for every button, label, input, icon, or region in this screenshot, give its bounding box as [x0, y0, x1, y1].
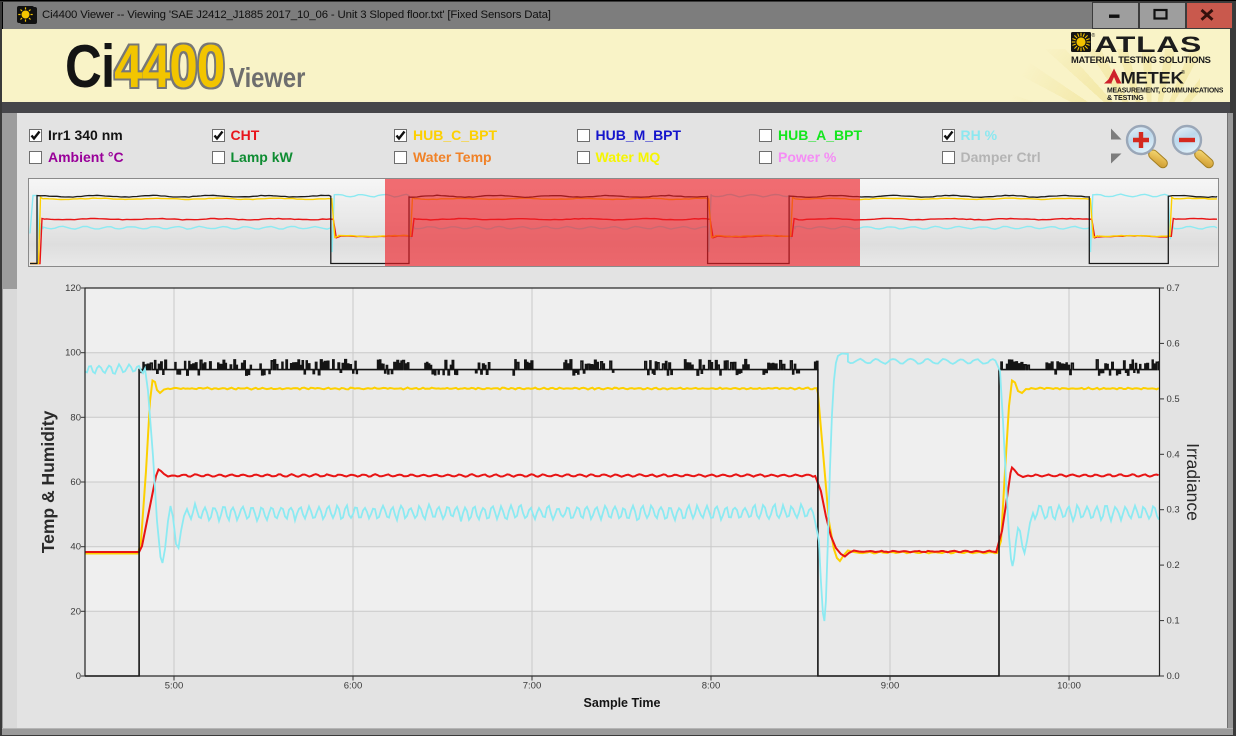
- svg-text:Temp & Humidity: Temp & Humidity: [38, 410, 58, 553]
- svg-text:0.3: 0.3: [1167, 505, 1180, 516]
- svg-text:100: 100: [65, 348, 81, 359]
- svg-text:80: 80: [70, 412, 81, 423]
- svg-text:0.7: 0.7: [1167, 283, 1180, 294]
- svg-text:0.2: 0.2: [1167, 560, 1180, 571]
- svg-text:0.4: 0.4: [1167, 449, 1180, 460]
- svg-text:60: 60: [70, 477, 81, 488]
- svg-text:®: ®: [1181, 69, 1185, 76]
- svg-text:0.6: 0.6: [1167, 338, 1180, 349]
- svg-text:8:00: 8:00: [702, 681, 721, 692]
- svg-text:Sample Time: Sample Time: [584, 696, 661, 710]
- svg-text:METEK: METEK: [1121, 68, 1185, 87]
- svg-text:20: 20: [70, 606, 81, 617]
- svg-text:ATLAS: ATLAS: [1095, 32, 1203, 57]
- svg-text:0.1: 0.1: [1167, 616, 1180, 627]
- svg-text:10:00: 10:00: [1057, 681, 1081, 692]
- svg-text:40: 40: [70, 542, 81, 553]
- svg-text:7:00: 7:00: [523, 681, 542, 692]
- svg-text:6:00: 6:00: [344, 681, 363, 692]
- svg-text:MATERIAL TESTING SOLUTIONS: MATERIAL TESTING SOLUTIONS: [1071, 55, 1211, 65]
- svg-text:0: 0: [76, 671, 81, 682]
- svg-text:9:00: 9:00: [881, 681, 900, 692]
- svg-text:5:00: 5:00: [165, 681, 184, 692]
- svg-text:120: 120: [65, 283, 81, 294]
- svg-text:0.0: 0.0: [1167, 671, 1180, 682]
- svg-text:0.5: 0.5: [1167, 394, 1180, 405]
- svg-text:Irradiance: Irradiance: [1183, 443, 1203, 521]
- svg-text:& TESTING: & TESTING: [1107, 93, 1144, 101]
